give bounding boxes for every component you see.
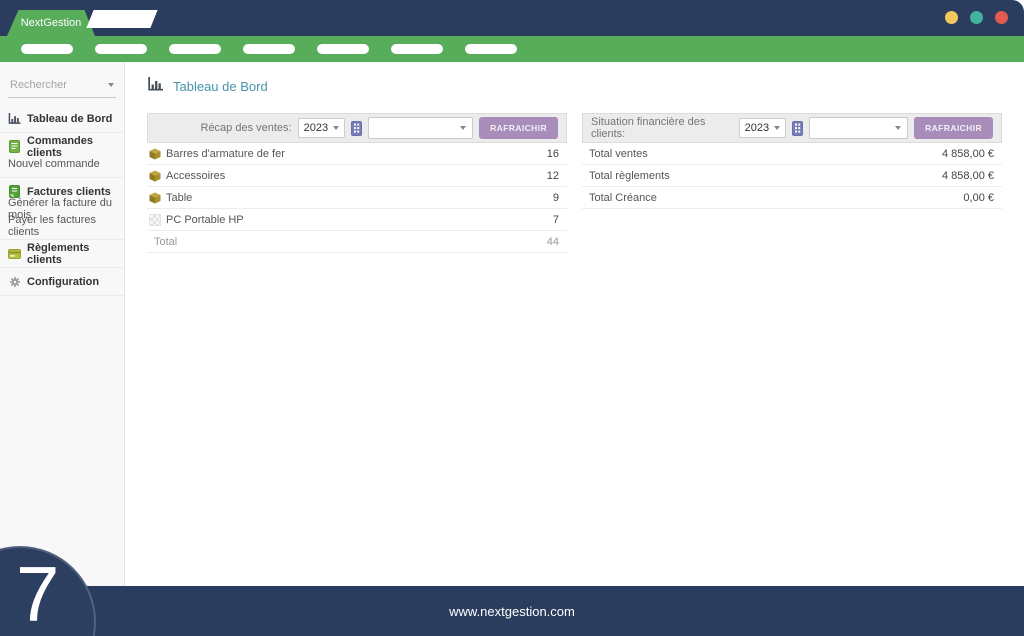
sidebar-item-label: Payer les factures clients xyxy=(8,213,97,238)
nav-pill[interactable] xyxy=(169,44,221,54)
row-label: Total xyxy=(154,235,178,248)
nav-pill[interactable] xyxy=(317,44,369,54)
divider xyxy=(0,295,124,296)
panel-title: Récap des ventes: xyxy=(200,122,292,134)
row-label: Accessoires xyxy=(166,169,226,182)
sidebar-item-commandes-clients[interactable]: Commandes clients xyxy=(0,135,124,159)
blank-tab[interactable] xyxy=(86,10,158,28)
filter-select[interactable] xyxy=(368,117,474,139)
year-value: 2023 xyxy=(744,122,770,134)
footer: www.nextgestion.com xyxy=(0,586,1024,636)
page-title: Tableau de Bord xyxy=(147,77,1024,95)
payment-card-icon xyxy=(8,248,21,259)
divider xyxy=(0,239,124,240)
table-row: Table 9 xyxy=(147,187,567,209)
refresh-button[interactable]: RAFRAICHIR xyxy=(479,117,558,139)
divider xyxy=(0,132,124,133)
bar-chart-icon xyxy=(147,77,164,95)
sales-recap-header: Récap des ventes: 2023 RAFRAICHIR xyxy=(147,113,567,143)
minimize-dot-icon[interactable] xyxy=(945,11,958,24)
row-label: Table xyxy=(166,191,193,204)
divider xyxy=(0,177,124,178)
table-row: Total règlements 4 858,00 € xyxy=(582,165,1002,187)
table-row: PC Portable HP 7 xyxy=(147,209,567,231)
row-label: PC Portable HP xyxy=(166,213,244,226)
nav-pill[interactable] xyxy=(391,44,443,54)
panel-title: Situation financière des clients: xyxy=(591,116,706,140)
nav-pill[interactable] xyxy=(21,44,73,54)
page-title-text: Tableau de Bord xyxy=(173,78,268,94)
row-value: 4 858,00 € xyxy=(942,147,994,160)
main-content: Tableau de Bord Récap des ventes: 2023 R… xyxy=(125,62,1024,586)
row-value: 44 xyxy=(546,235,559,248)
package-icon xyxy=(149,192,161,204)
page-number: 7 xyxy=(16,550,60,636)
search-input[interactable] xyxy=(10,79,102,91)
year-value: 2023 xyxy=(303,122,329,134)
financial-situation-panel: Situation financière des clients: 2023 R… xyxy=(582,113,1002,253)
chevron-down-icon xyxy=(333,126,340,130)
financial-situation-header: Situation financière des clients: 2023 R… xyxy=(582,113,1002,143)
row-label: Total règlements xyxy=(589,169,670,182)
sidebar-item-label: Commandes clients xyxy=(27,134,94,159)
year-select[interactable]: 2023 xyxy=(297,118,346,138)
row-value: 9 xyxy=(552,191,559,204)
row-value: 0,00 € xyxy=(963,191,994,204)
row-label: Barres d'armature de fer xyxy=(166,147,285,160)
table-row: Total ventes 4 858,00 € xyxy=(582,143,1002,165)
row-value: 7 xyxy=(552,213,559,226)
chevron-down-icon xyxy=(108,83,114,87)
sidebar-item-label: Nouvel commande xyxy=(8,157,100,170)
chevron-down-icon xyxy=(774,126,781,130)
sidebar-item-label: Tableau de Bord xyxy=(27,112,113,125)
main-navbar xyxy=(0,36,1024,62)
sidebar-item-configuration[interactable]: Configuration xyxy=(0,273,124,290)
row-value: 16 xyxy=(546,147,559,160)
sidebar-item-payer-factures[interactable]: Payer les factures clients xyxy=(0,214,124,238)
grid-dots-icon[interactable] xyxy=(792,120,804,136)
row-label: Total ventes xyxy=(589,147,648,160)
bar-chart-icon xyxy=(8,112,21,125)
close-dot-icon[interactable] xyxy=(995,11,1008,24)
divider xyxy=(0,267,124,268)
row-value: 4 858,00 € xyxy=(942,169,994,182)
zoom-dot-icon[interactable] xyxy=(970,11,983,24)
package-icon xyxy=(149,148,161,160)
window-controls xyxy=(945,11,1008,24)
row-value: 12 xyxy=(546,169,559,182)
table-row: Total Créance 0,00 € xyxy=(582,187,1002,209)
filter-select[interactable] xyxy=(809,117,909,139)
nav-pill[interactable] xyxy=(465,44,517,54)
table-row: Accessoires 12 xyxy=(147,165,567,187)
gear-icon xyxy=(8,276,21,288)
refresh-button[interactable]: RAFRAICHIR xyxy=(914,117,993,139)
sidebar-item-tableau-de-bord[interactable]: Tableau de Bord xyxy=(0,110,124,127)
brand-tab[interactable]: NextGestion xyxy=(7,10,95,36)
sidebar-item-label: Configuration xyxy=(27,275,100,288)
row-label: Total Créance xyxy=(589,191,657,204)
year-select[interactable]: 2023 xyxy=(738,118,787,138)
footer-url: www.nextgestion.com xyxy=(449,603,575,619)
table-row: Barres d'armature de fer 16 xyxy=(147,143,567,165)
sidebar-item-reglements-clients[interactable]: Règlements clients xyxy=(0,242,124,266)
search-box[interactable] xyxy=(8,76,116,98)
sales-recap-panel: Récap des ventes: 2023 RAFRAICHIR Barres… xyxy=(147,113,567,253)
package-icon xyxy=(149,170,161,182)
window-title-bar: NextGestion xyxy=(0,0,1024,36)
total-row: Total 44 xyxy=(147,231,567,253)
chevron-down-icon xyxy=(460,126,467,130)
sidebar-item-label: Règlements clients xyxy=(27,241,90,266)
image-placeholder-icon xyxy=(149,213,161,226)
chevron-down-icon xyxy=(895,126,902,130)
sidebar: Tableau de Bord Commandes clients Nouvel… xyxy=(0,62,125,586)
nav-pill[interactable] xyxy=(243,44,295,54)
nav-pill[interactable] xyxy=(95,44,147,54)
grid-dots-icon[interactable] xyxy=(351,120,363,136)
document-icon xyxy=(8,140,21,153)
